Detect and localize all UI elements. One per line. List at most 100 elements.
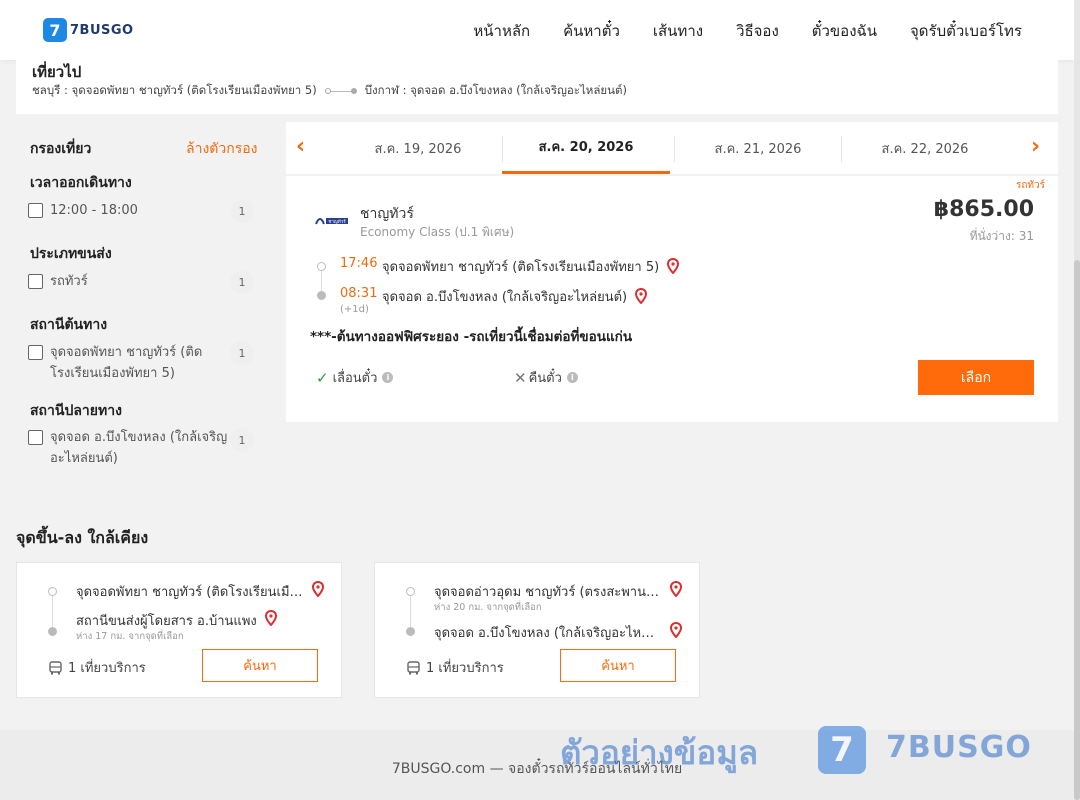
checkbox[interactable]	[28, 430, 43, 445]
nav-my-tickets[interactable]: ตั๋วของฉัน	[812, 19, 877, 43]
arrival-stop: จุดจอด อ.บึงโขงหลง (ใกล้เจริญอะไหล่ยนต์)	[382, 286, 648, 307]
nearby-to: จุดจอด อ.บึงโขงหลง (ใกล้เจริญอะไหล่ยนต์)	[434, 622, 683, 643]
bus-icon	[407, 660, 420, 674]
info-icon[interactable]: i	[566, 372, 578, 383]
main-nav: หน้าหลัก ค้นหาตั๋ว เส้นทาง วิธีจอง ตั๋วข…	[473, 19, 1022, 43]
distance-note: ห่าง 17 กม. จากจุดที่เลือก	[76, 631, 184, 642]
timeline-line	[52, 595, 53, 631]
date-tab[interactable]: ส.ค. 21, 2026	[674, 122, 842, 174]
date-tab[interactable]: ส.ค. 22, 2026	[841, 122, 1009, 174]
ticket-price: ฿865.00	[933, 197, 1034, 222]
nearby-section-title: จุดขึ้น-ลง ใกล้เคียง	[16, 528, 149, 547]
filter-option-label: 12:00 - 18:00	[50, 203, 138, 218]
logo-badge: 7	[43, 18, 67, 42]
select-trip-button[interactable]: เลือก	[918, 360, 1034, 395]
nav-how-to-book[interactable]: วิธีจอง	[736, 19, 779, 43]
date-tab-active[interactable]: ส.ค. 20, 2026	[502, 122, 670, 174]
departure-time: 17:46	[340, 256, 378, 271]
filter-count-badge: 1	[230, 270, 254, 294]
nearby-from: จุดจอดอ่าวอุดม ชาญทัวร์ (ตรงสะพานลอย)	[434, 581, 683, 602]
brand-logo[interactable]: 7 7BUSGO	[43, 18, 134, 42]
checkbox[interactable]	[28, 203, 43, 218]
filter-option-time[interactable]: 12:00 - 18:00	[28, 202, 228, 221]
filter-count-badge: 1	[230, 199, 254, 223]
filter-option-destination[interactable]: จุดจอด อ.บึงโขงหลง (ใกล้เจริญอะไหล่ยนต์)	[28, 429, 228, 469]
arrival-dot	[406, 627, 415, 636]
logo-text: 7BUSGO	[70, 22, 134, 38]
arrival-dot	[317, 291, 326, 300]
map-pin-icon[interactable]	[670, 581, 683, 597]
filter-group-title: สถานีต้นทาง	[30, 317, 108, 333]
page-scrollbar[interactable]	[1074, 0, 1080, 800]
filter-option-label: จุดจอดพัทยา ชาญทัวร์ (ติดโรงเรียนเมืองพั…	[50, 345, 203, 381]
trip-destination: บึงกาฬ : จุดจอด อ.บึงโขงหลง (ใกล้เจริญอะ…	[364, 83, 627, 97]
top-header: 7 7BUSGO หน้าหลัก ค้นหาตั๋ว เส้นทาง วิธี…	[0, 0, 1074, 60]
trip-title: เที่ยวไป	[32, 63, 82, 81]
filter-option-bus-type[interactable]: รถทัวร์	[28, 273, 228, 292]
nearby-search-button[interactable]: ค้นหา	[560, 649, 676, 682]
nav-search-tickets[interactable]: ค้นหาตั๋ว	[563, 19, 620, 43]
seat-class: Economy Class (ป.1 พิเศษ)	[360, 225, 515, 239]
bus-icon	[49, 660, 62, 674]
departure-dot	[317, 262, 326, 271]
clear-filter-link[interactable]: ล้างตัวกรอง	[186, 138, 257, 160]
close-icon: ✕	[514, 368, 527, 387]
map-pin-icon[interactable]	[264, 610, 277, 626]
departure-dot	[48, 587, 57, 596]
vehicle-type-badge: รถทัวร์	[1015, 180, 1045, 191]
seats-available: ที่นั่งว่าง: 31	[969, 229, 1034, 243]
next-day-indicator: (+1d)	[340, 304, 369, 315]
info-icon[interactable]: i	[382, 372, 394, 383]
date-tab[interactable]: ส.ค. 19, 2026	[334, 122, 502, 174]
nearby-to: สถานีขนส่งผู้โดยสาร อ.บ้านแพง	[76, 610, 277, 631]
map-pin-icon[interactable]	[635, 288, 648, 304]
filter-group-title: ประเภทขนส่ง	[30, 246, 112, 262]
departure-dot	[406, 587, 415, 596]
nearby-search-button[interactable]: ค้นหา	[202, 649, 318, 682]
check-icon: ✓	[316, 368, 329, 387]
trip-result-card: รถทัวร์ ชาญทัวร์ ชาญทัวร์ Economy Class …	[286, 176, 1058, 422]
filter-option-label: จุดจอด อ.บึงโขงหลง (ใกล้เจริญอะไหล่ยนต์)	[50, 430, 228, 466]
filter-title: กรองเที่ยว	[30, 141, 92, 157]
trip-origin: ชลบุรี : จุดจอดพัทยา ชาญทัวร์ (ติดโรงเรี…	[32, 83, 317, 97]
refund-label: คืนตั๋ว	[528, 371, 562, 386]
filter-group-title: เวลาออกเดินทาง	[30, 175, 132, 191]
watermark-logo-badge: 7	[818, 726, 866, 774]
checkbox[interactable]	[28, 345, 43, 360]
route-line-icon	[324, 87, 357, 95]
trip-route: ชลบุรี : จุดจอดพัทยา ชาญทัวร์ (ติดโรงเรี…	[32, 82, 627, 100]
arrival-dot	[48, 627, 57, 636]
map-pin-icon[interactable]	[312, 581, 325, 597]
distance-note: ห่าง 20 กม. จากจุดที่เลือก	[434, 602, 542, 613]
watermark-brand: 7BUSGO	[886, 730, 1032, 765]
checkbox[interactable]	[28, 274, 43, 289]
date-tabs: ‹ ส.ค. 19, 2026 ส.ค. 20, 2026 ส.ค. 21, 2…	[286, 122, 1058, 174]
chevron-left-icon[interactable]: ‹	[296, 134, 305, 159]
filter-option-label: รถทัวร์	[50, 274, 88, 289]
trip-summary: เที่ยวไป ชลบุรี : จุดจอดพัทยา ชาญทัวร์ (…	[16, 58, 1058, 114]
filter-group-title: สถานีปลายทาง	[30, 403, 122, 419]
map-pin-icon[interactable]	[670, 622, 683, 638]
arrival-time: 08:31	[340, 286, 378, 301]
nearby-to-label: จุดจอด อ.บึงโขงหลง (ใกล้เจริญอะไหล่ยนต์)	[434, 626, 662, 641]
nearby-card: จุดจอดพัทยา ชาญทัวร์ (ติดโรงเรียนเมืองพั…	[16, 562, 342, 698]
filter-option-origin[interactable]: จุดจอดพัทยา ชาญทัวร์ (ติดโรงเรียนเมืองพั…	[28, 344, 228, 384]
nav-home[interactable]: หน้าหลัก	[473, 19, 530, 43]
filter-count-badge: 1	[230, 341, 254, 365]
nearby-from-label: จุดจอดอ่าวอุดม ชาญทัวร์ (ตรงสะพานลอย)	[434, 585, 662, 600]
operator-logo-text: ชาญทัวร์	[328, 218, 346, 225]
trip-count-label: 1 เที่ยวบริการ	[68, 661, 146, 676]
map-pin-icon[interactable]	[667, 258, 680, 274]
filter-count-badge: 1	[230, 428, 254, 452]
trip-note: ***-ต้นทางออฟฟิศระยอง -รถเที่ยวนี้เชื่อม…	[310, 329, 633, 345]
chevron-right-icon[interactable]: ›	[1031, 134, 1040, 159]
nav-routes[interactable]: เส้นทาง	[653, 19, 703, 43]
reschedule-label: เลื่อนตั๋ว	[332, 371, 378, 386]
scrollbar-thumb[interactable]	[1074, 260, 1080, 800]
nav-pickup-points[interactable]: จุดรับตั๋วเบอร์โทร	[910, 19, 1022, 43]
sample-watermark: ตัวอย่างข้อมูล	[560, 733, 759, 772]
reschedule-policy: ✓ เลื่อนตั๋ว i	[316, 367, 394, 388]
trip-count: 1 เที่ยวบริการ	[407, 657, 504, 678]
departure-stop-label: จุดจอดพัทยา ชาญทัวร์ (ติดโรงเรียนเมืองพั…	[382, 260, 660, 275]
trip-count: 1 เที่ยวบริการ	[49, 657, 146, 678]
